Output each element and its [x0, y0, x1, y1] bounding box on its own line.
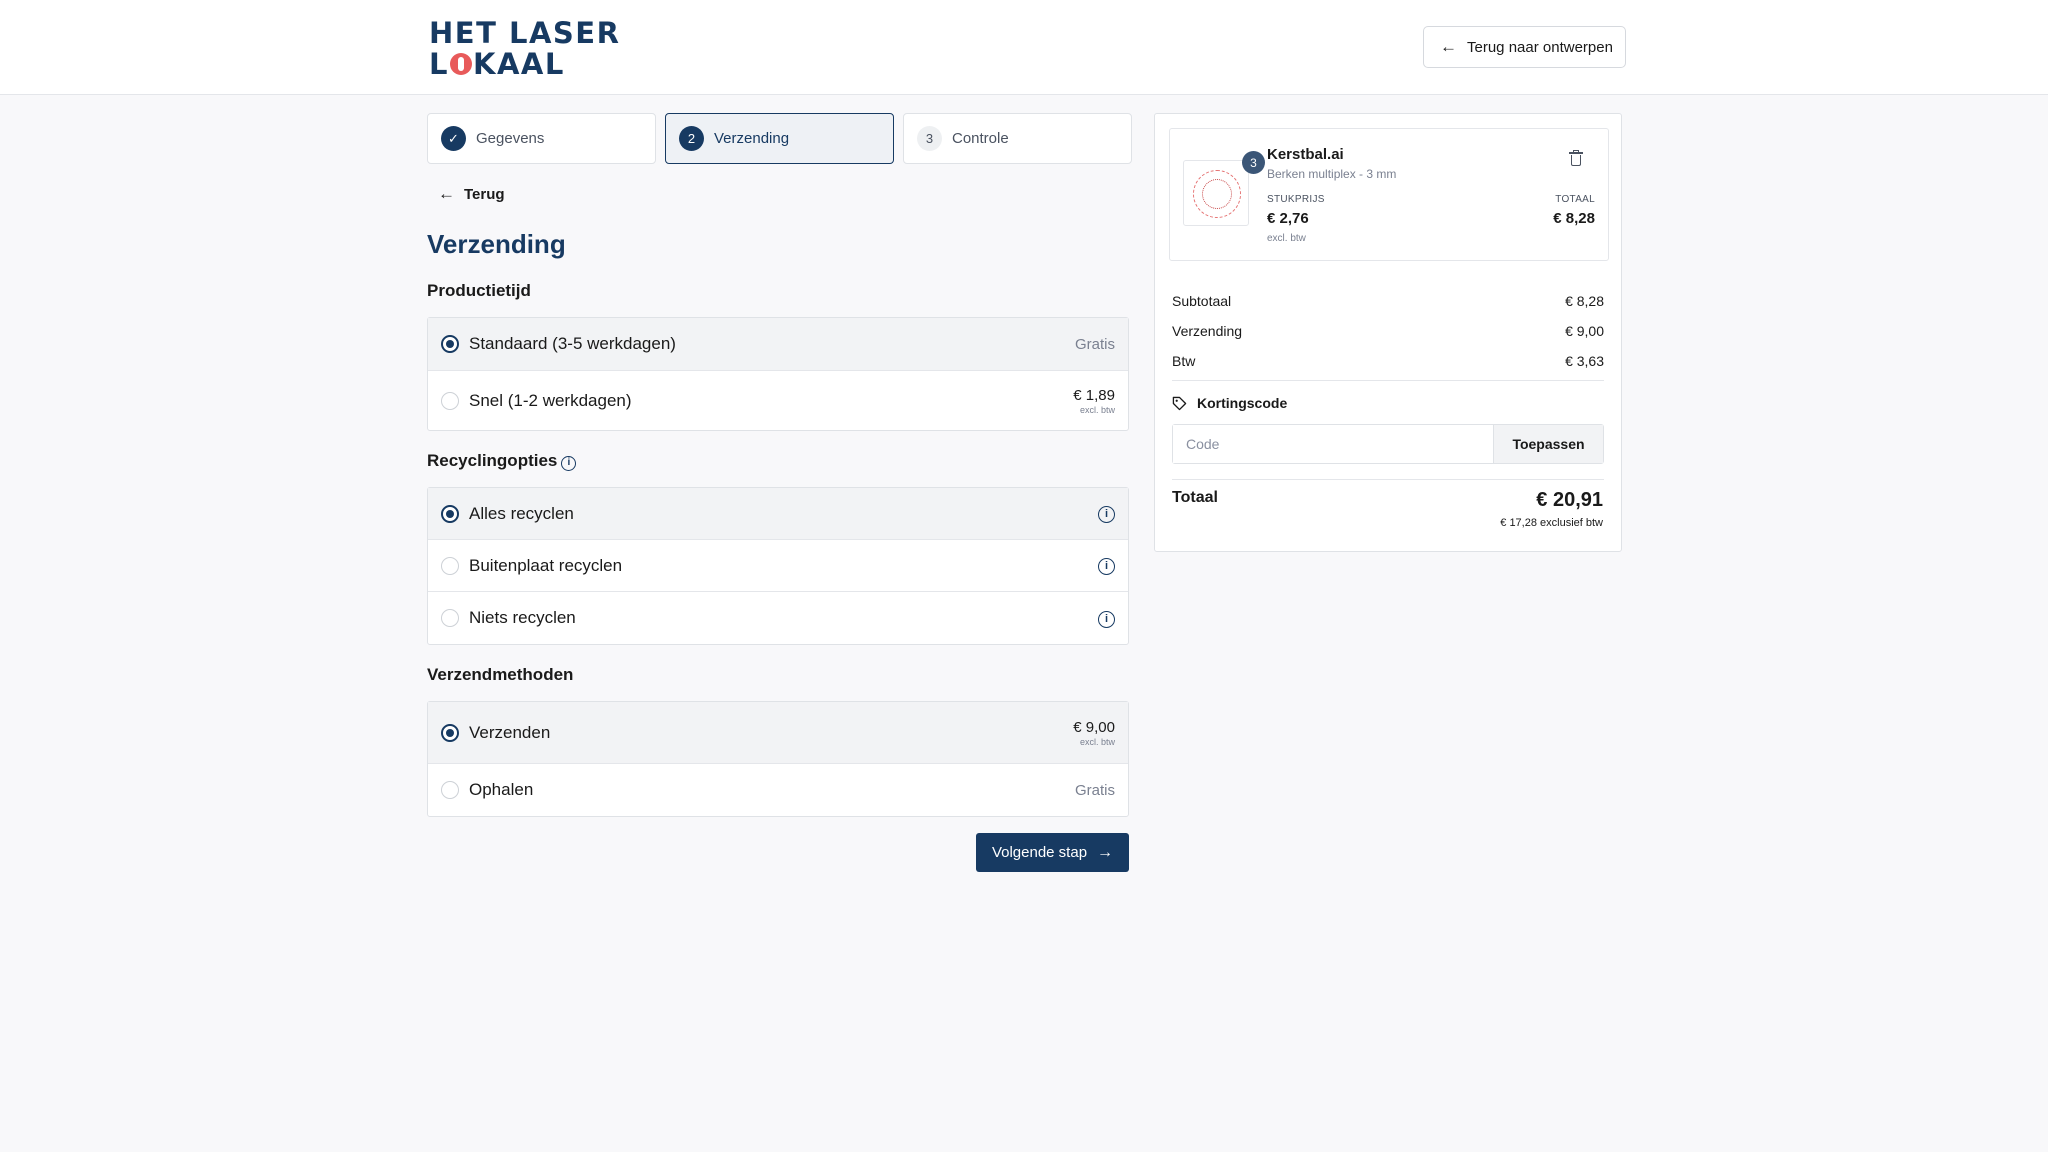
info-icon[interactable]: i [1098, 610, 1115, 628]
logo-line-2: L KAAL [429, 49, 620, 80]
item-total-caption: TOTAAL [1555, 194, 1595, 205]
recycling-option-none[interactable]: Niets recyclen i [428, 592, 1128, 644]
discount-code-input[interactable] [1173, 425, 1493, 463]
row-label: Verzending [1172, 323, 1243, 339]
ornament-pattern [1202, 179, 1232, 209]
step-verzending[interactable]: 2 Verzending [665, 113, 894, 164]
logo-bulb-icon [449, 53, 472, 75]
row-value: € 9,00 [1565, 323, 1604, 339]
step-label: Gegevens [476, 130, 545, 147]
logo-letter: L [429, 47, 449, 81]
tag-icon [1172, 396, 1187, 410]
recycling-option-outer[interactable]: Buitenplaat recyclen i [428, 540, 1128, 592]
radio-button[interactable] [441, 504, 459, 523]
discount-label: Kortingscode [1172, 395, 1287, 411]
next-step-label: Volgende stap [991, 844, 1088, 861]
option-label: Ophalen [469, 780, 534, 799]
option-price: € 9,00 [1073, 718, 1115, 736]
trash-icon[interactable] [1569, 150, 1583, 166]
row-value: € 3,63 [1565, 353, 1604, 369]
shipping-option-pickup[interactable]: Ophalen Gratis [428, 764, 1128, 816]
recycling-options: Alles recyclen i Buitenplaat recyclen i … [427, 487, 1129, 645]
arrow-left-icon: ← [438, 184, 455, 203]
back-to-designs-label: Terug naar ontwerpen [1467, 38, 1613, 56]
production-options: Standaard (3-5 werkdagen) Gratis Snel (1… [427, 317, 1129, 431]
info-icon[interactable]: i [1098, 558, 1115, 575]
arrow-right-icon: → [1097, 843, 1114, 861]
row-label: Btw [1172, 353, 1196, 369]
step-controle[interactable]: 3 Controle [903, 113, 1132, 164]
production-heading: Productietijd [427, 281, 531, 300]
info-icon[interactable]: i [561, 456, 577, 471]
arrow-left-icon: ← [1440, 37, 1457, 56]
shipping-row: Verzending € 9,00 [1172, 323, 1604, 339]
radio-button[interactable] [441, 609, 459, 627]
option-price-note: excl. btw [1079, 736, 1115, 747]
recycling-option-all[interactable]: Alles recyclen i [428, 488, 1128, 540]
option-price: € 1,89 [1073, 386, 1115, 404]
logo-letters: KAAL [472, 47, 565, 81]
row-label: Subtotaal [1172, 293, 1232, 309]
page-title: Verzending [427, 229, 566, 259]
radio-button[interactable] [441, 335, 459, 353]
unit-price-caption: STUKPRIJS [1267, 194, 1325, 205]
unit-price-note: excl. btw [1267, 233, 1306, 244]
back-link[interactable]: ← Terug [438, 184, 505, 204]
radio-button[interactable] [441, 781, 459, 799]
option-label: Niets recyclen [469, 608, 576, 627]
apply-code-button[interactable]: Toepassen [1493, 425, 1603, 463]
step-gegevens[interactable]: ✓ Gegevens [427, 113, 656, 164]
item-name: Kerstbal.ai [1267, 146, 1344, 163]
shipping-heading: Verzendmethoden [427, 665, 574, 684]
step-label: Controle [952, 130, 1009, 147]
recycling-heading: Recyclingopties i [427, 451, 577, 471]
top-bar: HET LASER L KAAL ← Terug naar ontwerpen [0, 0, 2048, 95]
divider [1172, 380, 1604, 381]
radio-button[interactable] [441, 556, 459, 575]
divider [1172, 479, 1604, 480]
total-value: € 20,91 [1536, 489, 1603, 511]
check-icon: ✓ [441, 126, 466, 151]
option-price: Gratis [1074, 335, 1115, 353]
recycling-heading-label: Recyclingopties [427, 451, 558, 470]
option-label: Alles recyclen [469, 503, 574, 523]
option-label: Snel (1-2 werkdagen) [469, 390, 632, 410]
back-to-designs-button[interactable]: ← Terug naar ontwerpen [1423, 26, 1626, 68]
production-option-standard[interactable]: Standaard (3-5 werkdagen) Gratis [428, 318, 1128, 371]
info-icon[interactable]: i [1098, 506, 1115, 523]
option-price: Gratis [1074, 781, 1115, 799]
step-label: Verzending [714, 130, 790, 147]
option-price-note: excl. btw [1079, 404, 1115, 415]
step-number: 3 [917, 126, 942, 151]
total-excl-vat: € 17,28 exclusief btw [1500, 517, 1603, 529]
unit-price: € 2,76 [1267, 210, 1309, 227]
subtotal-row: Subtotaal € 8,28 [1172, 293, 1604, 309]
next-step-button[interactable]: Volgende stap → [976, 833, 1129, 872]
cart-item: 3 Kerstbal.ai Berken multiplex - 3 mm ST… [1169, 128, 1609, 261]
option-label: Standaard (3-5 werkdagen) [469, 334, 676, 353]
het-laser-lokaal-logo[interactable]: HET LASER L KAAL [429, 18, 620, 80]
shipping-option-send[interactable]: Verzenden € 9,00 excl. btw [428, 702, 1128, 764]
quantity-badge: 3 [1242, 151, 1265, 174]
discount-code-box: Toepassen [1172, 424, 1604, 464]
vat-row: Btw € 3,63 [1172, 353, 1604, 369]
order-summary: 3 Kerstbal.ai Berken multiplex - 3 mm ST… [1154, 113, 1622, 552]
discount-label-text: Kortingscode [1197, 395, 1288, 411]
radio-button[interactable] [441, 723, 459, 742]
shipping-options: Verzenden € 9,00 excl. btw Ophalen Grati… [427, 701, 1129, 817]
back-link-label: Terug [464, 185, 505, 203]
logo-line-1: HET LASER [429, 16, 621, 50]
row-value: € 8,28 [1565, 293, 1604, 309]
option-label: Buitenplaat recyclen [469, 555, 623, 575]
item-total: € 8,28 [1553, 210, 1595, 227]
checkout-steps: ✓ Gegevens 2 Verzending 3 Controle [427, 113, 1132, 164]
radio-button[interactable] [441, 391, 459, 410]
step-number: 2 [679, 126, 704, 151]
total-label: Totaal [1172, 489, 1218, 506]
option-label: Verzenden [469, 722, 551, 742]
product-thumbnail [1183, 160, 1249, 226]
item-material: Berken multiplex - 3 mm [1267, 167, 1397, 181]
production-option-fast[interactable]: Snel (1-2 werkdagen) € 1,89 excl. btw [428, 371, 1128, 430]
